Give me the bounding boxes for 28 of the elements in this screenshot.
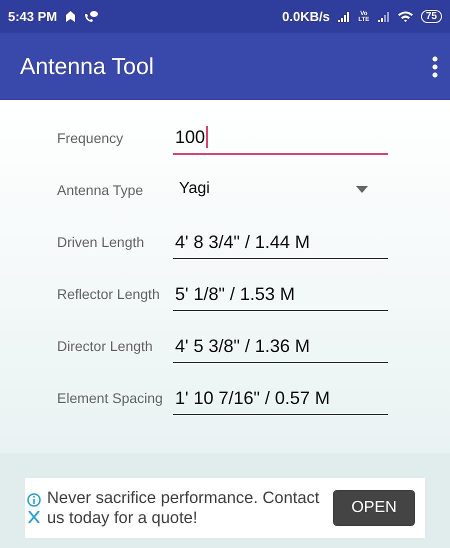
wifi-icon <box>398 11 413 22</box>
field-label: Antenna Type <box>57 182 144 200</box>
phone-chat-icon <box>84 10 98 23</box>
antenna-type-dropdown[interactable]: Yagi <box>173 180 388 207</box>
open-button[interactable]: OPEN <box>333 490 415 526</box>
result-field: 4' 5 3/8" / 1.36 M <box>173 336 388 363</box>
signal-icon <box>338 12 350 22</box>
text-cursor <box>206 126 208 148</box>
network-speed: 0.0KB/s <box>282 9 330 24</box>
field-label: Driven Length <box>57 234 146 252</box>
field-label: Frequency <box>57 130 124 148</box>
field-label: Reflector Length <box>57 286 161 304</box>
frequency-input[interactable]: 100 <box>173 126 388 155</box>
dropdown-caret-icon <box>356 186 368 192</box>
ad-text: Never sacrifice performance. Contact us today for a quote! <box>47 488 320 528</box>
result-field: 1' 10 7/16" / 0.57 M <box>173 388 388 415</box>
result-field: 4' 8 3/4" / 1.44 M <box>173 232 388 259</box>
field-label: Director Length <box>57 338 154 356</box>
signal-icon <box>378 12 390 22</box>
info-icon[interactable] <box>27 493 41 507</box>
close-icon[interactable] <box>27 511 41 523</box>
field-label: Element Spacing <box>57 390 164 408</box>
clock: 5:43 PM <box>8 9 58 24</box>
app-title: Antenna Tool <box>20 53 155 80</box>
notification-icon <box>65 11 76 22</box>
overflow-menu-icon[interactable] <box>432 56 438 78</box>
result-field: 5' 1/8" / 1.53 M <box>173 284 388 311</box>
battery-level: 75 <box>420 10 442 23</box>
